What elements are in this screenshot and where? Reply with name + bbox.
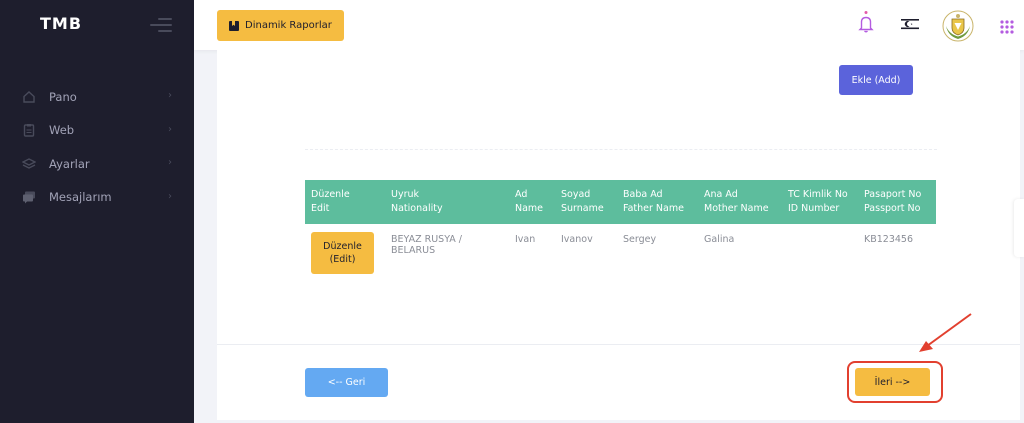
cell-name: Ivan xyxy=(515,234,536,245)
table-row: Düzenle (Edit) BEYAZ RUSYA / BELARUS Ivan… xyxy=(305,224,936,282)
side-panel-tab[interactable] xyxy=(1014,199,1024,257)
col-id-number: TC Kimlik No ID Number xyxy=(782,180,858,224)
header-label: Soyad xyxy=(561,189,591,200)
flag-icon[interactable] xyxy=(900,17,920,31)
cell-surname: Ivanov xyxy=(561,234,593,245)
col-passport-number: Pasaport No Passport No xyxy=(858,180,936,224)
header-label: Surname xyxy=(561,203,604,214)
header-label: Ad xyxy=(515,189,528,200)
sidebar-item-pano[interactable]: Pano › xyxy=(0,80,194,114)
chevron-right-icon: › xyxy=(168,90,172,101)
cell-edit: Düzenle (Edit) xyxy=(305,224,385,282)
col-edit: Düzenle Edit xyxy=(305,180,385,224)
header-label: Düzenle xyxy=(311,189,350,200)
sidebar-item-label: Pano xyxy=(49,89,77,104)
dynamic-reports-button[interactable]: Dinamik Raporlar xyxy=(217,10,344,41)
header-label: Passport No xyxy=(864,203,921,214)
top-bar: Dinamik Raporlar xyxy=(194,0,1024,50)
chevron-right-icon: › xyxy=(168,190,172,202)
chevron-right-icon: › xyxy=(168,123,172,135)
edit-label: Düzenle xyxy=(323,241,362,252)
col-father-name: Baba Ad Father Name xyxy=(617,180,698,224)
sidebar-item-web[interactable]: Web › xyxy=(0,114,194,148)
header-label: Uyruk xyxy=(391,189,420,200)
section-divider xyxy=(305,149,937,150)
sidebar-item-label: Ayarlar xyxy=(49,156,90,171)
annotation-arrow-icon xyxy=(919,313,972,352)
col-nationality: Uyruk Nationality xyxy=(385,180,509,224)
menu-toggle-icon[interactable] xyxy=(150,18,172,34)
footer-divider xyxy=(217,344,1020,345)
content-card: Ekle (Add) Düzenle Edit Uyruk Nationality … xyxy=(217,50,1020,420)
table-header-row: Düzenle Edit Uyruk Nationality Ad Name Soya… xyxy=(305,180,936,224)
cell-id-number xyxy=(782,224,858,282)
cell-passport-number: KB123456 xyxy=(864,234,914,245)
header-label: Father Name xyxy=(623,203,684,214)
header-label: Pasaport No xyxy=(864,189,922,200)
app-logo[interactable]: TMB xyxy=(40,14,82,33)
edit-label: (Edit) xyxy=(329,254,356,265)
cell-mother-name: Galina xyxy=(704,234,735,245)
home-icon xyxy=(23,90,35,103)
sidebar-nav: Pano › Web › Ayarlar › Mesajlarım › xyxy=(0,80,194,214)
cell-nationality: BEYAZ RUSYA / BELARUS xyxy=(391,234,462,256)
col-name: Ad Name xyxy=(509,180,555,224)
dynamic-reports-label: Dinamik Raporlar xyxy=(245,20,332,31)
sidebar: TMB Pano › Web › Ayarlar › Mesajlarım › xyxy=(0,0,194,423)
sidebar-item-label: Mesajlarım xyxy=(49,190,112,205)
header-label: Baba Ad xyxy=(623,189,663,200)
bell-icon[interactable] xyxy=(858,10,874,34)
next-button[interactable]: İleri --> xyxy=(855,368,930,396)
sidebar-item-ayarlar[interactable]: Ayarlar › xyxy=(0,147,194,181)
chat-icon xyxy=(23,191,35,204)
add-button[interactable]: Ekle (Add) xyxy=(839,65,913,95)
header-label: Edit xyxy=(311,203,330,214)
col-surname: Soyad Surname xyxy=(555,180,617,224)
sidebar-item-mesajlarim[interactable]: Mesajlarım › xyxy=(0,181,194,215)
book-icon xyxy=(229,20,239,31)
header-label: Nationality xyxy=(391,203,443,214)
passenger-table: Düzenle Edit Uyruk Nationality Ad Name Soya… xyxy=(305,180,936,282)
edit-button[interactable]: Düzenle (Edit) xyxy=(311,232,374,274)
col-mother-name: Ana Ad Mother Name xyxy=(698,180,782,224)
layers-icon xyxy=(22,158,36,169)
header-label: TC Kimlik No xyxy=(788,189,848,200)
government-emblem-icon xyxy=(942,10,974,42)
header-label: Name xyxy=(515,203,544,214)
header-label: Mother Name xyxy=(704,203,769,214)
cell-father-name: Sergey xyxy=(623,234,657,245)
clipboard-icon xyxy=(23,124,35,137)
apps-grid-icon[interactable] xyxy=(1000,20,1014,34)
back-button[interactable]: <-- Geri xyxy=(305,368,388,397)
sidebar-item-label: Web xyxy=(49,123,75,138)
header-label: Ana Ad xyxy=(704,189,738,200)
chevron-right-icon: › xyxy=(168,157,172,168)
header-label: ID Number xyxy=(788,203,840,214)
